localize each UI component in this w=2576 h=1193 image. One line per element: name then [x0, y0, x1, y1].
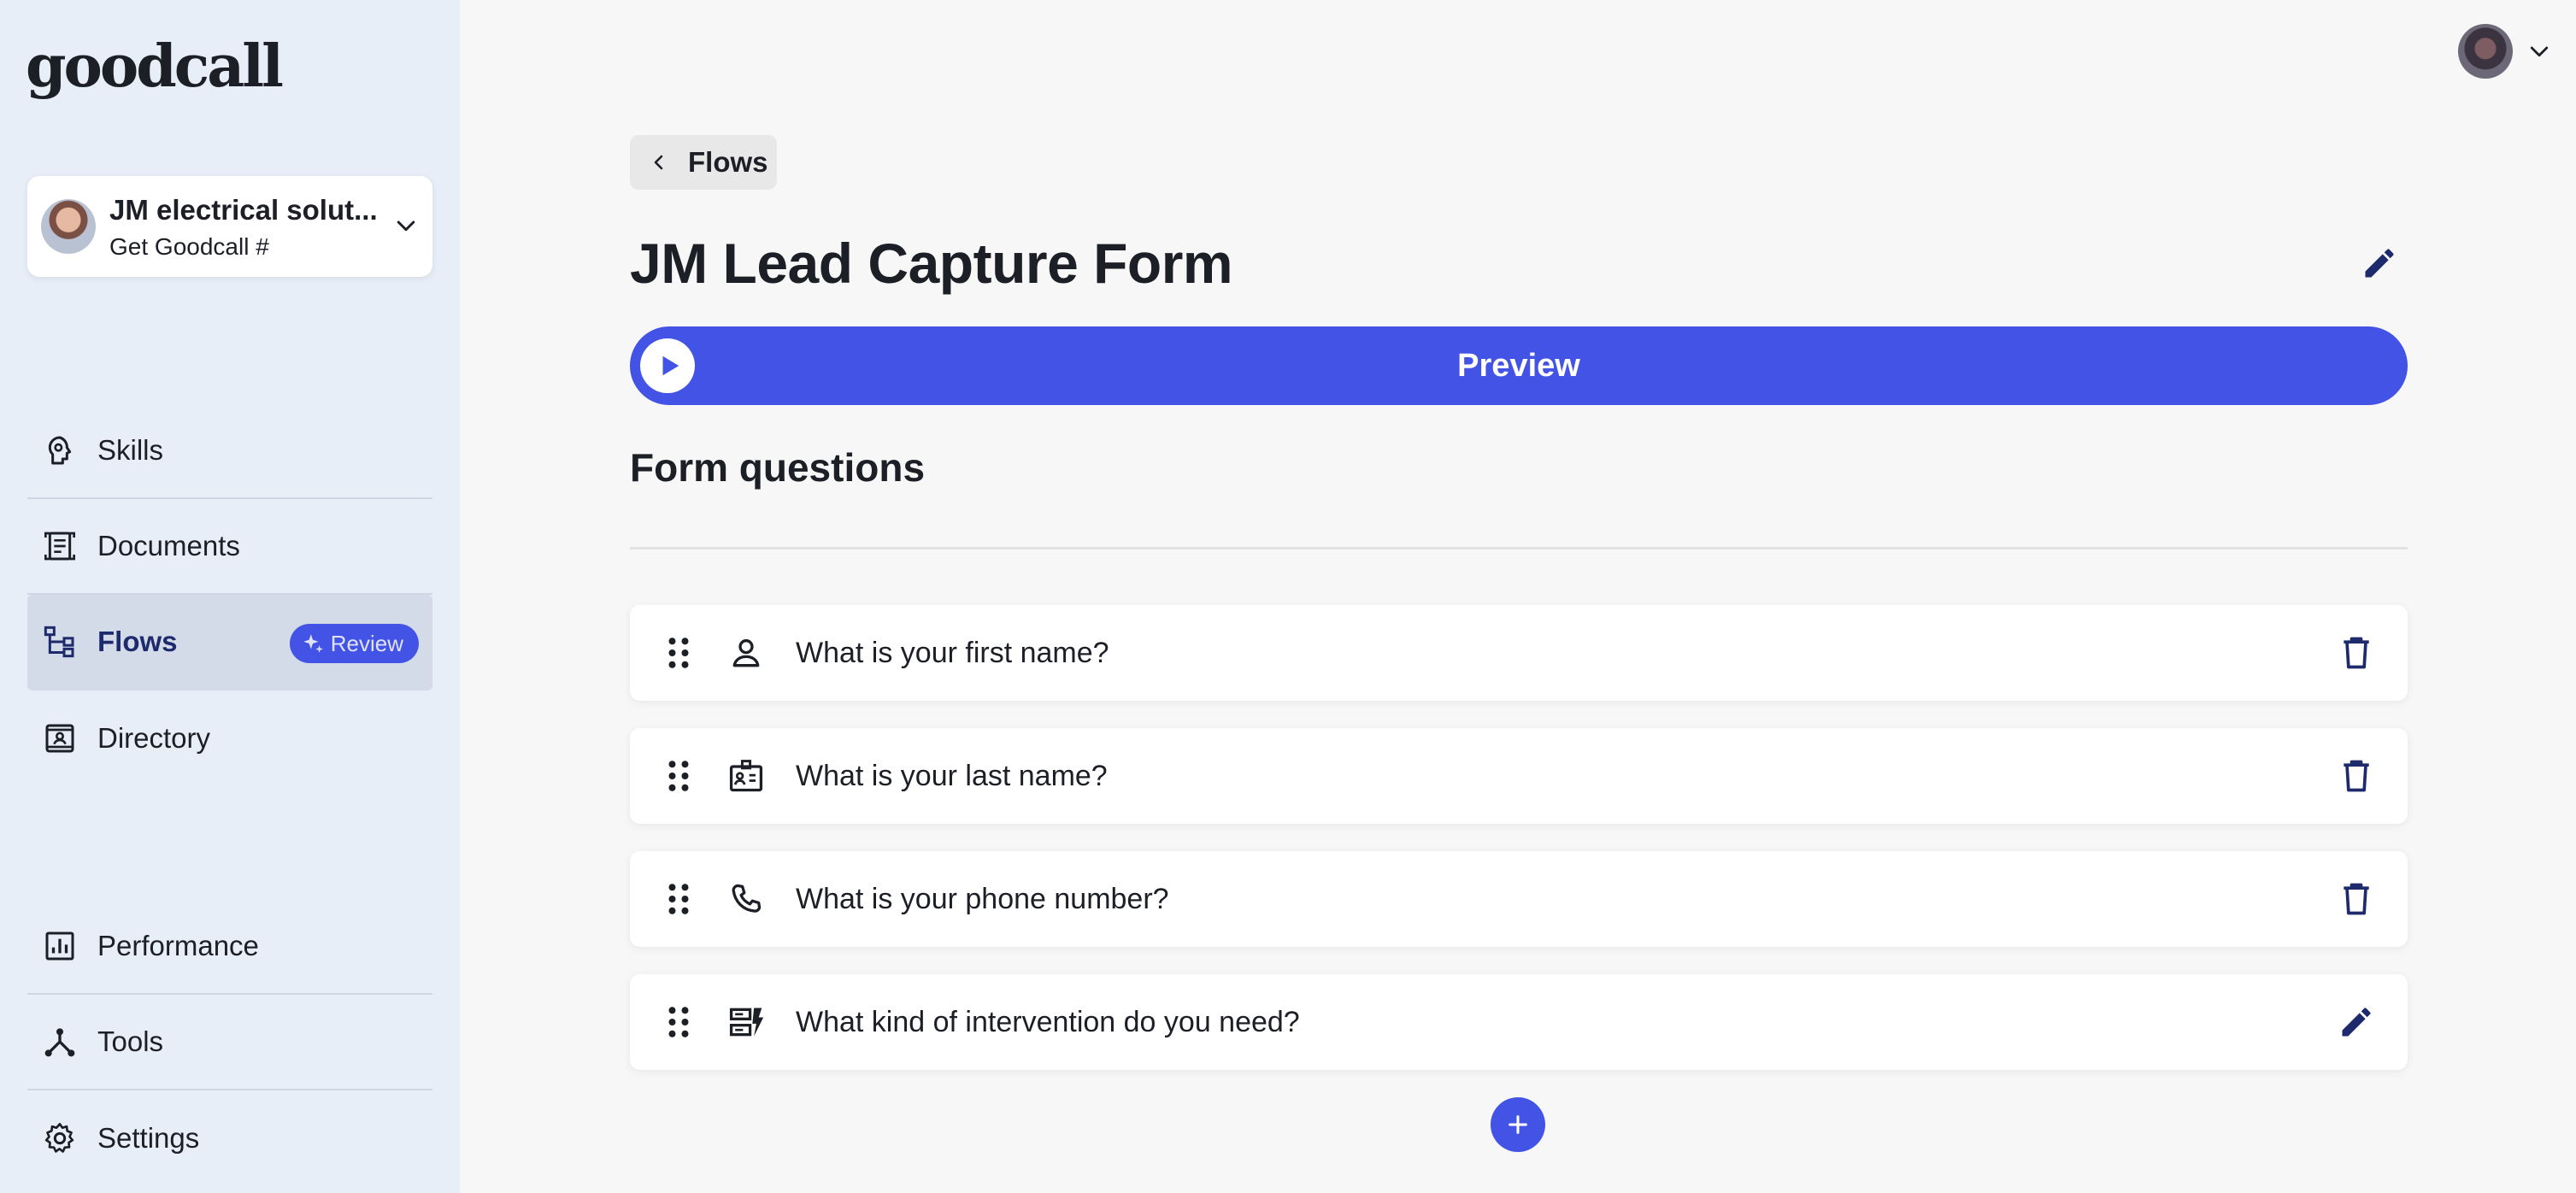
preview-label: Preview — [1457, 347, 1580, 384]
trash-icon[interactable] — [2338, 880, 2375, 918]
back-to-flows-button[interactable]: Flows — [630, 135, 777, 190]
sidebar-item-label: Skills — [97, 434, 164, 466]
sidebar-item-performance[interactable]: Performance — [27, 899, 432, 995]
review-badge-label: Review — [330, 630, 403, 656]
sidebar-item-documents[interactable]: Documents — [27, 499, 432, 595]
divider — [630, 547, 2408, 549]
gear-icon — [44, 1123, 74, 1153]
page-title: JM Lead Capture Form — [630, 232, 1233, 295]
add-question-button[interactable] — [1491, 1097, 1545, 1152]
question-text: What kind of intervention do you need? — [796, 1005, 1300, 1038]
account-name: JM electrical solut... — [109, 194, 378, 226]
chevron-left-icon — [654, 155, 663, 170]
question-text: What is your first name? — [796, 636, 1109, 669]
sidebar-item-directory[interactable]: Directory — [27, 691, 432, 786]
drag-handle-icon[interactable] — [666, 759, 691, 793]
account-switcher[interactable]: JM electrical solut... Get Goodcall # — [27, 176, 432, 277]
drag-handle-icon[interactable] — [666, 636, 691, 670]
sidebar-item-tools[interactable]: Tools — [27, 995, 432, 1090]
question-row[interactable]: What is your last name? — [630, 728, 2408, 824]
sidebar-item-label: Directory — [97, 722, 211, 754]
contact-book-icon — [45, 724, 74, 753]
question-row[interactable]: What is your first name? — [630, 605, 2408, 701]
question-text: What is your last name? — [796, 759, 1108, 792]
preview-button[interactable]: Preview — [630, 326, 2408, 405]
drag-handle-icon[interactable] — [666, 882, 691, 916]
sidebar-nav-bottom: Performance Tools Settings — [27, 899, 432, 1186]
play-icon — [640, 338, 695, 393]
trash-icon[interactable] — [2338, 634, 2375, 672]
question-list: What is your first name? What is your la… — [630, 605, 2408, 1097]
service-icon — [729, 1008, 764, 1037]
brain-icon — [48, 436, 72, 465]
account-text: JM electrical solut... Get Goodcall # — [109, 192, 386, 260]
pencil-icon[interactable] — [2361, 244, 2398, 282]
document-icon — [44, 532, 75, 561]
form-questions-heading: Form questions — [630, 445, 926, 490]
sidebar-item-label: Performance — [97, 930, 259, 961]
back-label: Flows — [688, 146, 768, 178]
sparkle-icon — [303, 634, 323, 653]
goodcall-logo[interactable]: goodcall — [26, 38, 284, 96]
account-subtitle: Get Goodcall # — [109, 232, 269, 260]
sidebar-item-skills[interactable]: Skills — [27, 403, 432, 499]
app-root: goodcall JM electrical solut... Get Good… — [0, 0, 2576, 1193]
sidebar: goodcall JM electrical solut... Get Good… — [0, 0, 460, 1193]
sidebar-item-label: Documents — [97, 530, 240, 561]
sidebar-item-label: Tools — [97, 1026, 164, 1057]
id-card-icon — [729, 760, 763, 792]
pencil-icon[interactable] — [2338, 1003, 2375, 1041]
drag-handle-icon[interactable] — [666, 1005, 691, 1039]
flow-icon — [44, 626, 74, 658]
sidebar-item-label: Settings — [97, 1122, 200, 1154]
sidebar-item-settings[interactable]: Settings — [27, 1090, 432, 1186]
tools-icon — [44, 1028, 75, 1057]
phone-icon — [732, 884, 762, 913]
bar-chart-icon — [45, 931, 74, 961]
plus-icon — [1509, 1115, 1527, 1134]
chevron-down-icon[interactable] — [2526, 39, 2552, 65]
sidebar-item-label: Flows — [97, 626, 178, 657]
sidebar-item-flows[interactable]: Flows Review — [27, 595, 432, 691]
review-badge[interactable]: Review — [289, 624, 419, 663]
question-row[interactable]: What kind of intervention do you need? — [630, 974, 2408, 1070]
account-avatar — [41, 199, 96, 254]
question-text: What is your phone number? — [796, 882, 1169, 915]
chevron-down-icon — [397, 220, 415, 232]
person-icon — [732, 639, 760, 667]
sidebar-nav-top: Skills Documents Flows Review Directory — [27, 403, 432, 786]
trash-icon[interactable] — [2338, 757, 2375, 795]
question-row[interactable]: What is your phone number? — [630, 851, 2408, 947]
user-avatar[interactable] — [2458, 24, 2513, 79]
